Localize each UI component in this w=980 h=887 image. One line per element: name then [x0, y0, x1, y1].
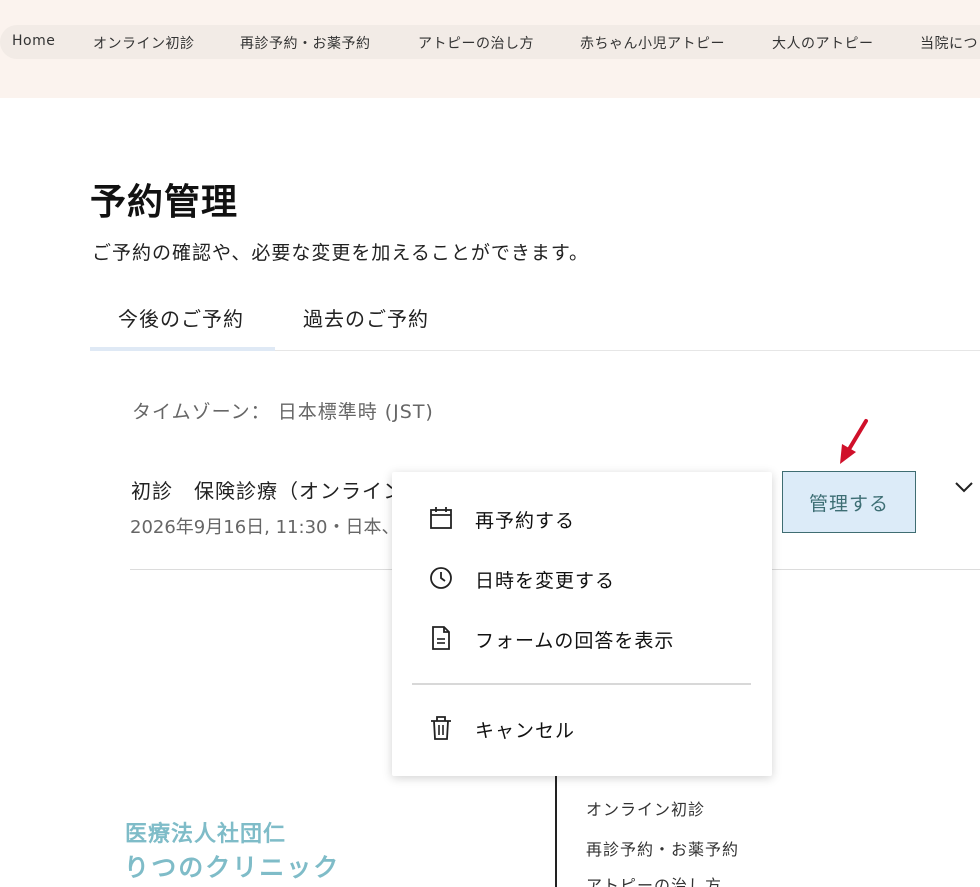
calendar-icon	[430, 507, 452, 529]
trash-icon	[431, 716, 451, 740]
clock-icon	[430, 567, 452, 589]
manage-dropdown-menu: 再予約する 日時を変更する フォームの回答を表示 キャンセル	[392, 472, 772, 776]
document-icon	[432, 626, 450, 650]
nav-item-home[interactable]: Home	[12, 33, 55, 49]
footer-link-atopy-treatment[interactable]: アトピーの治し方	[586, 872, 722, 887]
page-subtitle: ご予約の確認や、必要な変更を加えることができます。	[92, 242, 589, 264]
appointment-title: 初診 保険診療（オンライン	[131, 479, 393, 503]
appointment-datetime: 2026年9月16日, 11:30・日本、	[130, 517, 393, 538]
nav-item-about-clinic[interactable]: 当院につ	[920, 33, 978, 53]
clinic-name-line2: りつのクリニック	[124, 853, 341, 882]
page-title: 予約管理	[90, 182, 239, 223]
menu-item-label: 日時を変更する	[475, 570, 616, 592]
nav-item-online-first-visit[interactable]: オンライン初診	[93, 33, 195, 53]
menu-item-label: キャンセル	[475, 720, 576, 742]
footer-link-revisit-reservation[interactable]: 再診予約・お薬予約	[586, 836, 739, 860]
tab-past-bookings[interactable]: 過去のご予約	[303, 303, 429, 332]
menu-divider	[412, 683, 751, 685]
menu-item-rebook[interactable]: 再予約する	[392, 496, 772, 540]
footer-divider	[555, 776, 557, 887]
top-nav-bar: Home オンライン初診 再診予約・お薬予約 アトピーの治し方 赤ちゃん小児アト…	[0, 0, 980, 98]
nav-item-baby-child-atopy[interactable]: 赤ちゃん小児アトピー	[580, 33, 725, 53]
nav-item-atopy-treatment[interactable]: アトピーの治し方	[418, 33, 534, 53]
menu-item-view-form-answers[interactable]: フォームの回答を表示	[392, 616, 772, 660]
nav-item-adult-atopy[interactable]: 大人のアトピー	[772, 33, 874, 53]
menu-item-label: フォームの回答を表示	[475, 630, 675, 652]
active-tab-indicator	[90, 347, 275, 351]
timezone-label: タイムゾーン： 日本標準時 (JST)	[132, 401, 434, 423]
tab-upcoming-bookings[interactable]: 今後のご予約	[118, 303, 244, 332]
menu-item-reschedule[interactable]: 日時を変更する	[392, 556, 772, 600]
clinic-name-line1: 医療法人社団仁	[125, 822, 287, 847]
menu-item-label: 再予約する	[475, 510, 576, 532]
footer-link-online-first-visit[interactable]: オンライン初診	[586, 796, 705, 820]
menu-item-cancel[interactable]: キャンセル	[392, 706, 772, 750]
manage-button[interactable]: 管理する	[782, 471, 916, 533]
chevron-down-icon[interactable]	[953, 476, 975, 498]
annotation-arrow-icon	[840, 419, 868, 464]
nav-item-revisit-reservation[interactable]: 再診予約・お薬予約	[240, 33, 371, 53]
